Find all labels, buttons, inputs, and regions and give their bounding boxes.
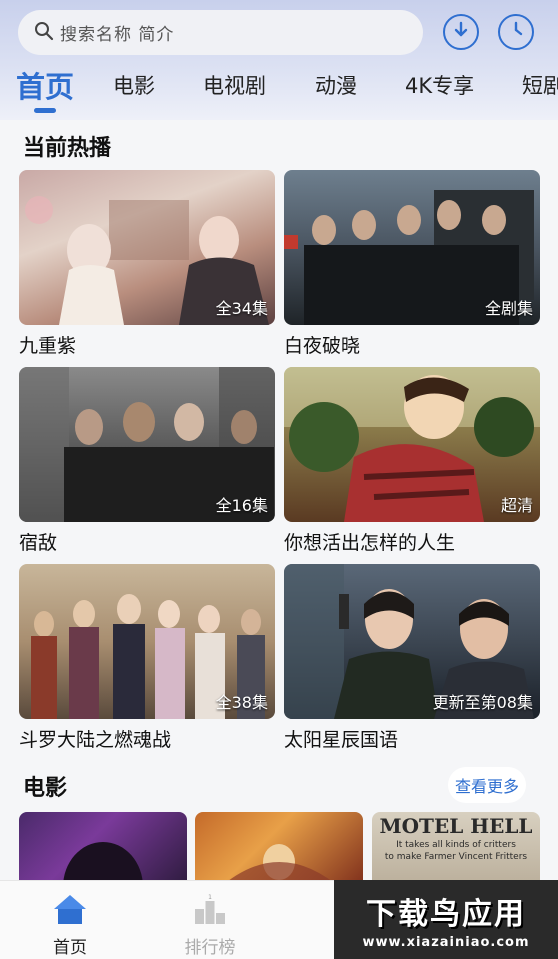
download-button[interactable] [443,14,479,50]
search-icon [34,21,54,45]
show-card[interactable]: 超清 你想活出怎样的人生 [284,367,540,555]
movie-poster-tagline: to make Farmer Vincent Fritters [384,852,528,862]
show-card[interactable]: 全剧集 白夜破晓 [284,170,540,358]
show-title: 太阳星辰国语 [284,729,399,751]
poster-image: 全38集 [19,564,275,719]
download-icon [451,20,471,44]
section-title-movies: 电影 [23,776,68,801]
episode-badge: 全16集 [215,496,268,515]
section-title-now-playing: 当前热播 [23,136,112,161]
active-tab-indicator [34,108,56,113]
nav-item-ranking[interactable]: 1 排行榜 [170,893,250,958]
show-title: 斗罗大陆之燃魂战 [19,729,172,751]
ranking-icon: 1 [193,893,227,929]
watermark-logo: 下载鸟应用 www.xiazainiao.com [334,880,558,959]
poster-image: 全剧集 [284,170,540,325]
tab-home[interactable]: 首页 [16,64,74,106]
show-card[interactable]: 全16集 宿敌 [19,367,275,555]
episode-badge: 更新至第08集 [432,693,533,712]
show-title: 你想活出怎样的人生 [284,532,456,554]
watermark-title: 下载鸟应用 [366,897,526,932]
movie-poster-tagline: It takes all kinds of critters [396,840,516,850]
poster-image: 更新至第08集 [284,564,540,719]
episode-badge: 全38集 [215,693,268,712]
category-tabs: 首页 电影 电视剧 动漫 4K专享 短剧 [0,64,558,114]
episode-badge: 全34集 [215,299,268,318]
tab-4k[interactable]: 4K专享 [405,70,474,100]
see-more-button[interactable]: 查看更多 [448,767,526,803]
tab-movies[interactable]: 电影 [113,70,155,100]
history-icon [506,20,526,44]
search-bar[interactable]: 搜索名称 简介 [18,10,423,55]
nav-label: 排行榜 [184,938,236,958]
poster-image: 全34集 [19,170,275,325]
quality-badge: 超清 [500,496,533,515]
poster-image: 超清 [284,367,540,522]
tab-short-drama[interactable]: 短剧 [522,70,558,100]
show-title: 白夜破晓 [284,335,361,357]
tab-tv-series[interactable]: 电视剧 [203,70,266,100]
episode-badge: 全剧集 [484,299,533,318]
nav-label: 首页 [53,938,87,958]
home-icon [53,893,87,929]
show-title: 九重紫 [19,335,77,357]
show-title: 宿敌 [19,532,58,554]
show-card[interactable]: 全38集 斗罗大陆之燃魂战 [19,564,275,752]
history-button[interactable] [498,14,534,50]
nav-item-home[interactable]: 首页 [30,893,110,958]
show-card[interactable]: 全34集 九重紫 [19,170,275,358]
header: 搜索名称 简介 首页 电影 电视剧 动漫 4K专享 短剧 [0,0,558,120]
movie-poster-title: MOTEL HELL [379,814,533,838]
watermark-url: www.xiazainiao.com [362,935,530,950]
show-card[interactable]: 更新至第08集 太阳星辰国语 [284,564,540,752]
svg-text:1: 1 [208,894,212,901]
search-input[interactable]: 搜索名称 简介 [60,20,174,45]
tab-anime[interactable]: 动漫 [315,70,357,100]
poster-image: 全16集 [19,367,275,522]
